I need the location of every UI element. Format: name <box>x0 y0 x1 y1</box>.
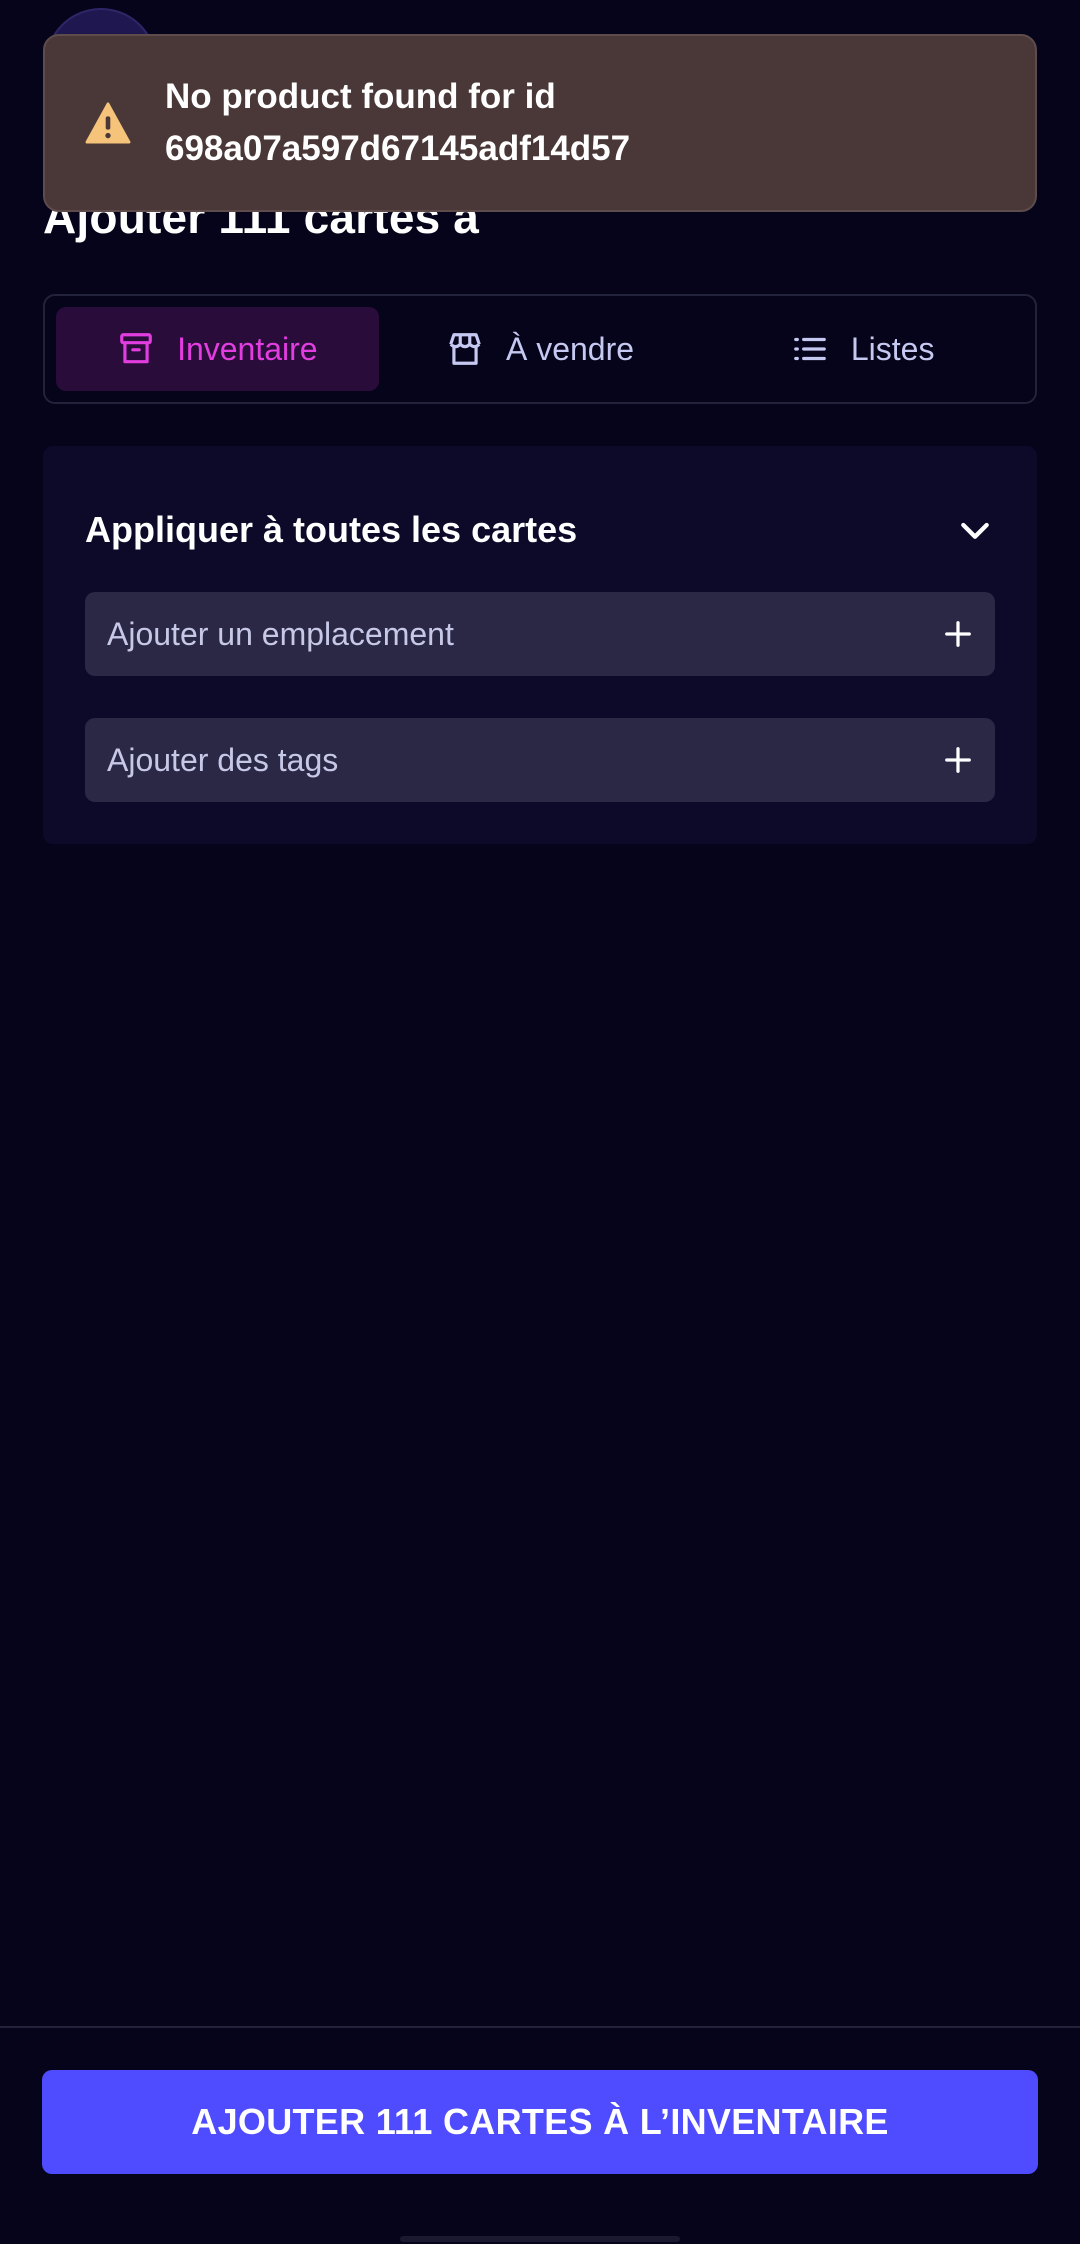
plus-icon[interactable] <box>943 745 973 775</box>
add-location-label: Ajouter un emplacement <box>107 615 454 652</box>
add-tags-label: Ajouter des tags <box>107 741 339 778</box>
warning-icon <box>85 102 131 144</box>
apply-all-header[interactable]: Appliquer à toutes les cartes <box>85 500 995 560</box>
store-icon <box>449 333 481 365</box>
tab-inventaire-label: Inventaire <box>177 330 318 367</box>
add-to-inventory-button[interactable]: AJOUTER 111 CARTES À L’INVENTAIRE <box>42 2070 1038 2174</box>
tab-inventaire[interactable]: Inventaire <box>56 307 379 391</box>
apply-all-panel: Appliquer à toutes les cartes Ajouter un… <box>43 446 1037 844</box>
add-tags-field[interactable]: Ajouter des tags <box>85 718 995 802</box>
toast-message-line-2: 698a07a597d67145adf14d57 <box>165 129 631 168</box>
error-toast[interactable]: No product found for id 698a07a597d67145… <box>43 34 1037 212</box>
list-icon <box>794 337 826 361</box>
tab-a-vendre[interactable]: À vendre <box>379 307 702 391</box>
apply-all-title: Appliquer à toutes les cartes <box>85 509 578 550</box>
add-location-field[interactable]: Ajouter un emplacement <box>85 592 995 676</box>
tab-listes[interactable]: Listes <box>701 307 1024 391</box>
destination-tabs: Inventaire À vendre Listes <box>43 294 1037 404</box>
chevron-down-icon[interactable] <box>955 510 995 550</box>
footer-divider <box>0 2026 1080 2028</box>
tab-listes-label: Listes <box>850 330 935 367</box>
archive-icon <box>120 333 152 364</box>
tab-a-vendre-label: À vendre <box>505 330 635 367</box>
toast-message: No product found for id 698a07a597d67145… <box>165 71 630 175</box>
page: Ajouter 111 cartes à No product found fo… <box>0 0 1080 2244</box>
home-indicator <box>400 2236 680 2242</box>
toast-message-line-1: No product found for id <box>165 77 556 116</box>
plus-icon[interactable] <box>943 619 973 649</box>
